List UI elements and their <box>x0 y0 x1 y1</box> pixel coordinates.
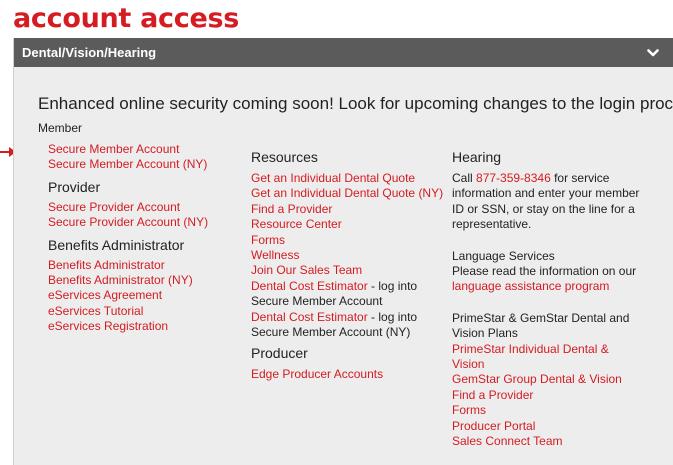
language-services-heading: Language Services <box>452 248 555 263</box>
eservices-tutorial-link[interactable]: eServices Tutorial <box>48 304 248 319</box>
primestar-individual-link[interactable]: PrimeStar Individual Dental & <box>452 342 652 357</box>
primestar-individual-link-line-2[interactable]: Vision <box>452 357 652 372</box>
chevron-down-icon[interactable] <box>647 48 659 58</box>
resources-column: Resources Get an Individual Dental Quote… <box>251 148 451 383</box>
hearing-call-suffix: for service <box>550 171 610 185</box>
forms-link[interactable]: Forms <box>251 233 451 248</box>
language-services-text: Please read the information on our <box>452 264 637 279</box>
estimator-text: - log into <box>367 278 418 293</box>
eservices-registration-link[interactable]: eServices Registration <box>48 319 248 334</box>
dental-vision-hearing-panel: Dental/Vision/Hearing Enhanced online se… <box>13 38 673 465</box>
eservices-agreement-link[interactable]: eServices Agreement <box>48 288 248 303</box>
security-notice: Enhanced online security coming soon! Lo… <box>38 94 673 113</box>
forms-link-2[interactable]: Forms <box>452 403 652 418</box>
individual-dental-quote-ny-link[interactable]: Get an Individual Dental Quote (NY) <box>251 186 451 201</box>
dental-cost-estimator-link[interactable]: Dental Cost Estimator <box>251 279 368 293</box>
edge-producer-accounts-link[interactable]: Edge Producer Accounts <box>251 367 451 382</box>
member-label: Member <box>38 121 83 135</box>
join-sales-team-link[interactable]: Join Our Sales Team <box>251 263 451 278</box>
accordion-title: Dental/Vision/Hearing <box>22 45 157 60</box>
secure-provider-account-ny-link[interactable]: Secure Provider Account (NY) <box>48 215 248 230</box>
benefits-administrator-ny-link[interactable]: Benefits Administrator (NY) <box>48 273 248 288</box>
page-title: account access <box>13 3 240 34</box>
language-assistance-link[interactable]: language assistance program <box>452 279 652 294</box>
secure-member-account-link[interactable]: Secure Member Account <box>48 142 248 157</box>
cost-estimator-item: Dental Cost Estimator - log into <box>251 279 451 294</box>
resource-center-link[interactable]: Resource Center <box>251 217 451 232</box>
primestar-heading: PrimeStar & GemStar Dental and <box>452 310 630 325</box>
hearing-text-line-4: representative. <box>452 217 532 232</box>
dental-cost-estimator-ny-link[interactable]: Dental Cost Estimator <box>251 310 368 324</box>
find-a-provider-link[interactable]: Find a Provider <box>251 202 451 217</box>
hearing-heading: Hearing <box>452 149 502 165</box>
resources-heading: Resources <box>251 149 318 165</box>
secure-member-account-ny-link[interactable]: Secure Member Account (NY) <box>48 157 248 172</box>
secure-provider-account-link[interactable]: Secure Provider Account <box>48 200 248 215</box>
estimator-account-text: Secure Member Account <box>251 294 383 309</box>
gemstar-group-link[interactable]: GemStar Group Dental & Vision <box>452 372 652 387</box>
hearing-text-line-2: information and enter your member <box>452 186 640 201</box>
wellness-link[interactable]: Wellness <box>251 248 451 263</box>
hearing-phone-link[interactable]: 877-359-8346 <box>476 171 551 185</box>
hearing-call-line: Call 877-359-8346 for service <box>452 171 652 186</box>
find-a-provider-link-2[interactable]: Find a Provider <box>452 388 652 403</box>
sales-connect-team-link[interactable]: Sales Connect Team <box>452 434 652 449</box>
estimator-ny-account-text: Secure Member Account (NY) <box>251 325 411 340</box>
cost-estimator-ny-item: Dental Cost Estimator - log into <box>251 310 451 325</box>
individual-dental-quote-link[interactable]: Get an Individual Dental Quote <box>251 171 451 186</box>
hearing-text-line-3: ID or SSN, or stay on the line for a <box>452 201 635 216</box>
producer-portal-link[interactable]: Producer Portal <box>452 419 652 434</box>
provider-heading: Provider <box>48 178 101 195</box>
hearing-call-prefix: Call <box>452 171 477 185</box>
benefits-administrator-heading: Benefits Administrator <box>48 236 185 253</box>
primestar-heading-line-2: Vision Plans <box>452 326 518 341</box>
benefits-administrator-link[interactable]: Benefits Administrator <box>48 258 248 273</box>
login-column: Secure Member Account Secure Member Acco… <box>48 142 248 335</box>
hearing-column: Hearing Call 877-359-8346 for service in… <box>452 148 652 450</box>
estimator-ny-text: - log into <box>367 309 418 324</box>
producer-heading: Producer <box>251 345 308 362</box>
accordion-header[interactable]: Dental/Vision/Hearing <box>14 38 673 67</box>
